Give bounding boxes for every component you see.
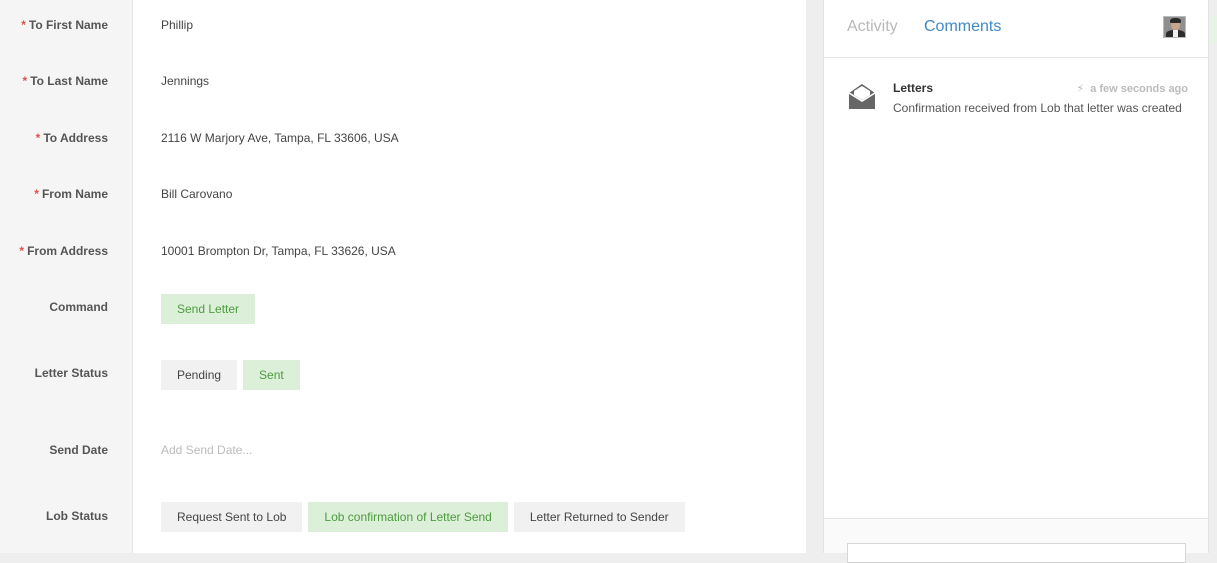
letter-status-pending[interactable]: Pending	[161, 360, 238, 390]
to-address-value[interactable]: 2116 W Marjory Ave, Tampa, FL 33606, USA	[161, 131, 399, 145]
tab-activity[interactable]: Activity	[847, 18, 898, 36]
entry-timestamp: ⚡ a few seconds ago	[1076, 83, 1188, 95]
entry-text: Confirmation received from Lob that lett…	[893, 101, 1182, 115]
lob-status-group: Request Sent to Lob Lob confirmation of L…	[161, 502, 691, 532]
letter-status-group: Pending Sent	[161, 360, 306, 390]
from-address-value[interactable]: 10001 Brompton Dr, Tampa, FL 33626, USA	[161, 244, 396, 258]
comment-input[interactable]	[847, 543, 1186, 563]
edge-accent	[1209, 16, 1217, 42]
avatar-shirt	[1173, 30, 1178, 37]
from-name-value[interactable]: Bill Carovano	[161, 187, 232, 201]
entry-title: Letters	[893, 81, 934, 95]
command-label: Command	[49, 300, 108, 314]
envelope-open-icon	[848, 84, 876, 109]
activity-panel: Activity Comments Letters ⚡ a few seconds…	[823, 0, 1209, 563]
panel-gutter	[806, 0, 823, 553]
record-form: * To First Name Phillip * To Last Name Jen…	[0, 0, 806, 553]
to-first-name-label: * To First Name	[21, 18, 108, 32]
send-date-input[interactable]: Add Send Date...	[161, 443, 252, 457]
lob-status-returned[interactable]: Letter Returned to Sender	[513, 502, 685, 532]
avatar-hair	[1170, 18, 1181, 23]
bolt-icon: ⚡	[1076, 83, 1085, 95]
letter-status-sent[interactable]: Sent	[243, 360, 300, 390]
from-name-label: * From Name	[34, 187, 108, 201]
to-address-label: * To Address	[35, 131, 108, 145]
to-last-name-label: * To Last Name	[22, 74, 108, 88]
send-date-label: Send Date	[49, 443, 108, 457]
lob-status-confirmation[interactable]: Lob confirmation of Letter Send	[308, 502, 508, 532]
command-group: Send Letter	[161, 294, 261, 324]
send-letter-button[interactable]: Send Letter	[161, 294, 256, 324]
activity-panel-header: Activity Comments	[824, 0, 1208, 58]
to-first-name-value[interactable]: Phillip	[161, 18, 193, 32]
lob-status-label: Lob Status	[46, 509, 108, 523]
comment-footer	[824, 518, 1208, 563]
to-last-name-value[interactable]: Jennings	[161, 74, 209, 88]
letter-status-label: Letter Status	[34, 366, 108, 380]
tab-comments[interactable]: Comments	[924, 18, 1001, 36]
from-address-label: * From Address	[19, 244, 108, 258]
lob-status-request-sent[interactable]: Request Sent to Lob	[161, 502, 303, 532]
avatar[interactable]	[1163, 16, 1186, 38]
